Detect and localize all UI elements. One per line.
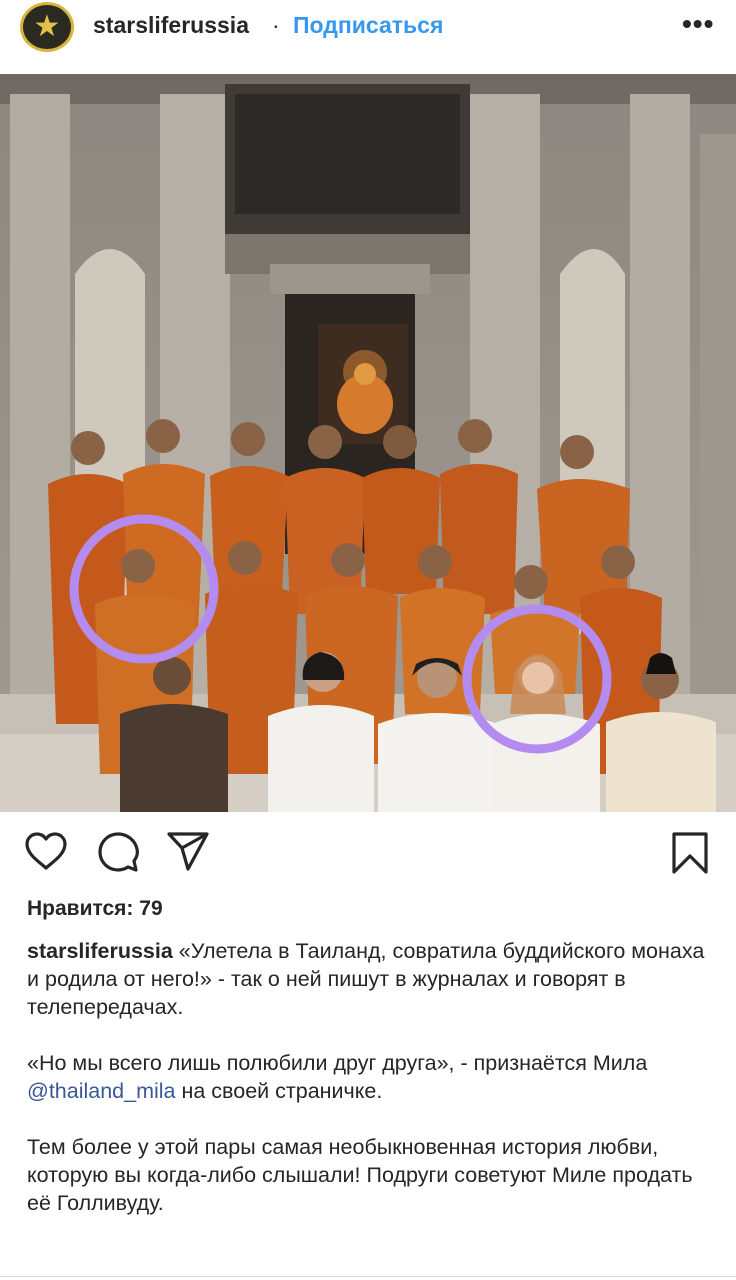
post-caption: starsliferussia «Улетела в Таиланд, совр… [27,937,717,1245]
caption-text-2a: «Но мы всего лишь полюбили друг друга», … [27,1051,648,1075]
likes-count[interactable]: Нравится: 79 [27,897,163,921]
caption-paragraph-2: «Но мы всего лишь полюбили друг друга», … [27,1049,717,1105]
header-username[interactable]: starsliferussia [93,12,249,39]
divider [0,1276,736,1277]
heart-icon[interactable] [24,830,68,877]
star-icon: ★ [33,9,61,44]
post-photo[interactable] [0,74,736,812]
action-bar [0,826,736,882]
caption-username[interactable]: starsliferussia [27,939,173,963]
profile-avatar[interactable]: ★ [20,2,74,52]
header-separator: · [272,12,280,38]
caption-paragraph-1: starsliferussia «Улетела в Таиланд, совр… [27,937,717,1021]
share-icon[interactable] [166,830,210,877]
caption-text-2b: на своей страничке. [175,1079,383,1103]
mention-link[interactable]: @thailand_mila [27,1079,176,1103]
temple-group-photo [0,74,736,812]
post-header: ★ starsliferussia · Подписаться ••• [0,0,736,74]
more-options-icon[interactable]: ••• [682,8,714,40]
follow-button[interactable]: Подписаться [293,12,443,39]
caption-paragraph-3: Тем более у этой пары самая необыкновенн… [27,1135,693,1215]
comment-icon[interactable] [96,830,140,879]
bookmark-icon[interactable] [670,830,710,881]
